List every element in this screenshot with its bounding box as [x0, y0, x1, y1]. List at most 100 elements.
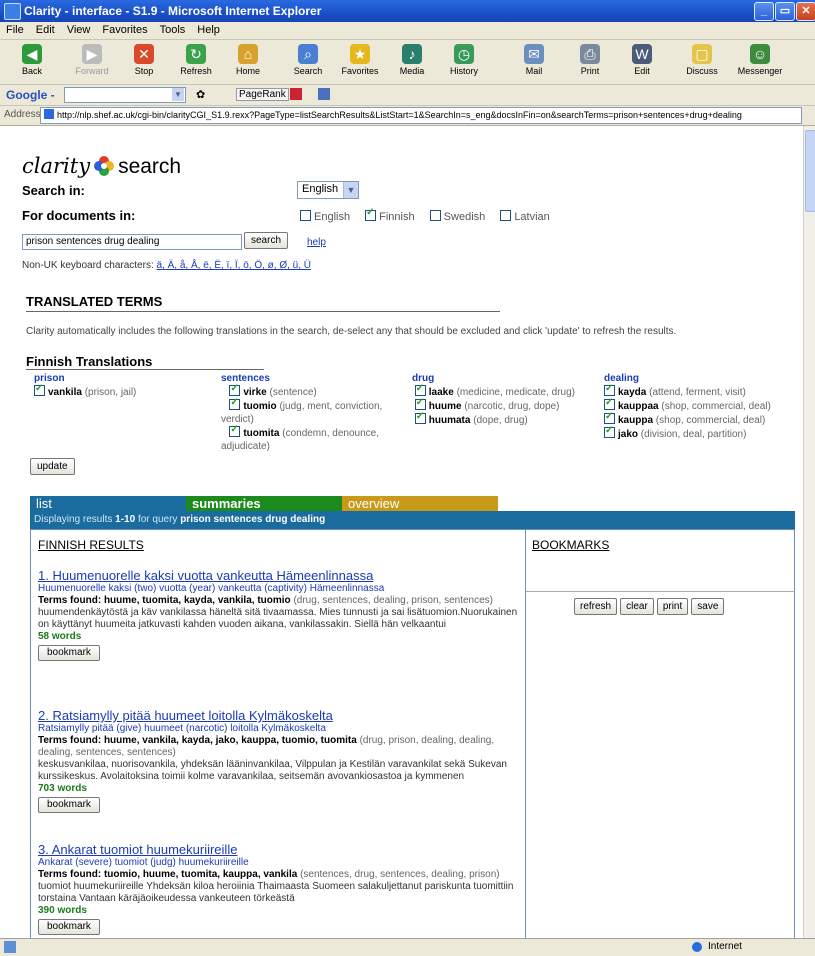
- forward-arrow-icon: ▶: [82, 44, 102, 64]
- back-button[interactable]: ◀ Back: [8, 42, 56, 76]
- bookmark-button[interactable]: bookmark: [38, 919, 100, 935]
- tab-list[interactable]: list: [30, 496, 186, 511]
- menu-help[interactable]: Help: [191, 22, 226, 38]
- translation-entry[interactable]: virke (sentence): [221, 382, 391, 399]
- menu-view[interactable]: View: [61, 22, 97, 38]
- result-title-link[interactable]: 3. Ankarat tuomiot huumekuriireille: [38, 843, 518, 856]
- translation-entry[interactable]: kauppa (shop, commercial, deal): [604, 410, 799, 427]
- bookmarks-panel: BOOKMARKS refresh clear print save: [525, 530, 795, 938]
- term-heading: dealing: [604, 373, 640, 384]
- translation-entry[interactable]: laake (medicine, medicate, drug): [412, 382, 592, 399]
- translation-entry[interactable]: tuomio (judg, ment, conviction, verdict): [221, 396, 391, 426]
- refresh-button[interactable]: ↻ Refresh: [172, 42, 220, 76]
- tab-summaries[interactable]: summaries: [186, 496, 342, 511]
- finnish-checkbox[interactable]: [365, 207, 377, 221]
- refresh-icon: ↻: [186, 44, 206, 64]
- translation-checkbox[interactable]: [414, 382, 426, 396]
- result-word-count: 58 words: [38, 631, 82, 642]
- translation-checkbox[interactable]: [604, 382, 615, 396]
- translation-entry[interactable]: jako (division, deal, partition): [604, 424, 799, 441]
- chevron-down-icon[interactable]: ▼: [343, 182, 358, 198]
- english-checkbox[interactable]: [300, 210, 311, 221]
- internet-zone-icon: [692, 942, 702, 952]
- help-link[interactable]: help: [307, 237, 326, 248]
- translation-column-prison: prison vankila (prison, jail): [34, 372, 204, 399]
- translation-checkbox[interactable]: [604, 410, 615, 424]
- update-button[interactable]: update: [30, 458, 75, 475]
- translation-entry[interactable]: tuomita (condemn, denounce, adjudicate): [221, 423, 391, 453]
- close-icon[interactable]: ✕: [796, 2, 815, 21]
- logo-search-text: search: [118, 155, 182, 178]
- translation-checkbox[interactable]: [229, 382, 241, 396]
- google-go-icon[interactable]: ✿: [196, 88, 205, 101]
- search-button[interactable]: ⌕ Search: [284, 42, 332, 76]
- block-popup-icon[interactable]: [290, 88, 302, 100]
- zone-label: Internet: [708, 941, 742, 952]
- translation-checkbox[interactable]: [414, 410, 426, 424]
- translation-checkbox[interactable]: [34, 382, 45, 396]
- translation-entry[interactable]: kayda (attend, ferment, visit): [604, 382, 799, 399]
- doc-lang-finnish[interactable]: Finnish: [365, 207, 415, 223]
- search-submit-button[interactable]: search: [244, 232, 289, 249]
- home-button[interactable]: ⌂ Home: [224, 42, 272, 76]
- bookmark-button[interactable]: bookmark: [38, 645, 100, 661]
- latvian-checkbox[interactable]: [500, 210, 512, 221]
- menu-bar: File Edit View Favorites Tools Help: [0, 22, 815, 40]
- translated-terms-heading: TRANSLATED TERMS: [26, 294, 163, 309]
- translation-entry[interactable]: huume (narcotic, drug, dope): [412, 396, 592, 413]
- translation-entry[interactable]: vankila (prison, jail): [34, 382, 204, 399]
- menu-edit[interactable]: Edit: [30, 22, 61, 38]
- translation-checkbox[interactable]: [604, 396, 615, 410]
- pagerank-indicator[interactable]: PageRank: [236, 88, 289, 101]
- vertical-scrollbar[interactable]: [803, 126, 815, 938]
- discuss-button[interactable]: ▢ Discuss: [678, 42, 726, 76]
- edit-icon: W: [632, 44, 652, 64]
- stop-button[interactable]: ✕ Stop: [120, 42, 168, 76]
- google-dropdown-icon[interactable]: ▼: [172, 88, 184, 101]
- clarity-flower-icon: [94, 156, 115, 176]
- translation-entry[interactable]: huumata (dope, drug): [412, 410, 592, 427]
- doc-lang-english[interactable]: English: [300, 210, 350, 223]
- tab-overview[interactable]: overview: [342, 496, 498, 511]
- translation-checkbox[interactable]: [229, 396, 241, 410]
- result-snippet: keskusvankilaa, nuorisovankila, yhdeksän…: [38, 759, 507, 782]
- translation-entry[interactable]: kauppaa (shop, commercial, deal): [604, 396, 799, 413]
- query-input[interactable]: prison sentences drug dealing: [22, 234, 242, 250]
- highlight-icon[interactable]: [318, 88, 330, 100]
- minimize-icon[interactable]: _: [754, 2, 774, 21]
- favorites-button[interactable]: ★ Favorites: [336, 42, 384, 76]
- doc-lang-latvian[interactable]: Latvian: [500, 210, 550, 223]
- forward-button[interactable]: ▶ Forward: [68, 42, 116, 76]
- doc-lang-swedish[interactable]: Swedish: [429, 210, 485, 223]
- keyboard-char-links[interactable]: ä, Ä, å, Å, ë, Ë, ï, Ï, ö, Ö, ø, Ø, ü, Ü: [157, 260, 312, 271]
- history-button[interactable]: ◷ History: [440, 42, 488, 76]
- scrollbar-thumb[interactable]: [805, 130, 815, 212]
- keyboard-label: Non-UK keyboard characters:: [22, 260, 154, 271]
- result-title-link[interactable]: 2. Ratsiamylly pitää huumeet loitolla Ky…: [38, 709, 518, 722]
- maximize-icon[interactable]: ▭: [775, 2, 795, 21]
- swedish-checkbox[interactable]: [429, 210, 441, 221]
- translation-checkbox[interactable]: [414, 396, 426, 410]
- google-search-input[interactable]: [64, 87, 186, 103]
- address-input[interactable]: http://nlp.shef.ac.uk/cgi-bin/clarityCGI…: [40, 107, 802, 124]
- menu-file[interactable]: File: [0, 22, 30, 38]
- bookmarks-print-button[interactable]: print: [656, 598, 689, 615]
- search-language-select[interactable]: English ▼: [297, 181, 359, 199]
- window-title-bar: Clarity - interface - S1.9 - Microsoft I…: [0, 0, 815, 22]
- menu-favorites[interactable]: Favorites: [96, 22, 153, 38]
- translation-checkbox[interactable]: [604, 424, 615, 438]
- menu-tools[interactable]: Tools: [154, 22, 192, 38]
- media-button[interactable]: ♪ Media: [388, 42, 436, 76]
- bookmarks-refresh-button[interactable]: refresh: [574, 598, 618, 615]
- bookmark-button[interactable]: bookmark: [38, 797, 100, 813]
- bookmarks-save-button[interactable]: save: [691, 598, 725, 615]
- translation-checkbox[interactable]: [229, 423, 241, 437]
- result-title-link[interactable]: 1. Huumenuorelle kaksi vuotta vankeutta …: [38, 569, 518, 582]
- edit-button[interactable]: W Edit: [618, 42, 666, 76]
- status-bar: Internet: [0, 938, 815, 956]
- mail-button[interactable]: ✉ Mail: [510, 42, 558, 76]
- print-button[interactable]: ⎙ Print: [566, 42, 614, 76]
- bookmarks-clear-button[interactable]: clear: [620, 598, 654, 615]
- messenger-button[interactable]: ☺ Messenger: [736, 42, 784, 76]
- document-language-checkboxes: English Finnish Swedish Latvian: [300, 207, 562, 223]
